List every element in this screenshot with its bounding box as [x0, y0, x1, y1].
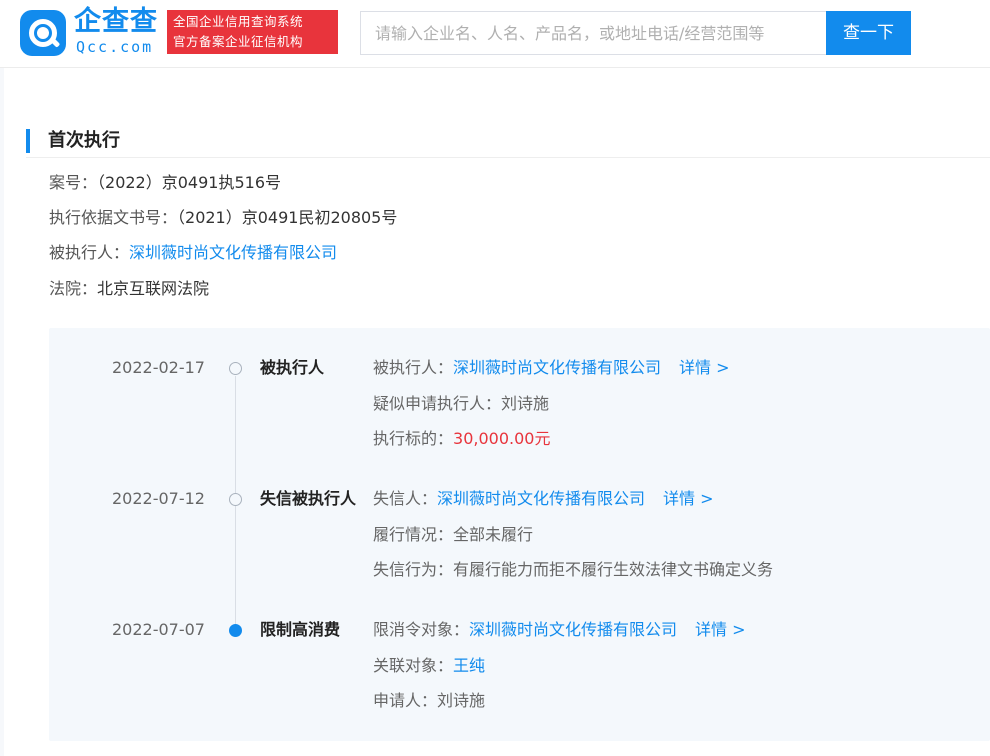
timeline-type: 失信被执行人: [260, 489, 357, 508]
search-box: [360, 11, 826, 55]
line-value: 全部未履行: [453, 525, 534, 544]
court-row: 法院：北京互联网法院: [49, 277, 209, 301]
section-header: 首次执行: [26, 126, 990, 158]
amount-value: 30,000.00元: [453, 429, 551, 448]
badge-line-1: 全国企业信用查询系统: [173, 14, 304, 29]
line-label: 失信行为：: [373, 560, 454, 579]
related-person-link[interactable]: 王纯: [453, 656, 485, 675]
badge-line-2: 官方备案企业征信机构: [173, 34, 304, 49]
line-label: 执行标的：: [373, 429, 454, 448]
timeline-date: 2022-02-17: [112, 358, 205, 377]
company-link[interactable]: 深圳薇时尚文化传播有限公司: [437, 489, 645, 508]
search-input[interactable]: [361, 12, 826, 54]
official-badge: 全国企业信用查询系统 官方备案企业征信机构: [167, 10, 338, 54]
timeline-date: 2022-07-07: [112, 620, 205, 639]
detail-link[interactable]: 详情 >: [663, 489, 714, 508]
executee-link[interactable]: 深圳薇时尚文化传播有限公司: [129, 243, 337, 262]
company-link[interactable]: 深圳薇时尚文化传播有限公司: [469, 620, 677, 639]
section-accent-bar: [26, 129, 30, 153]
line-label: 被执行人：: [373, 358, 454, 377]
left-gutter: [0, 68, 4, 756]
line-label: 失信人：: [373, 489, 438, 508]
timeline-line: 申请人：刘诗施: [373, 689, 485, 713]
detail-link[interactable]: 详情 >: [695, 620, 746, 639]
timeline-type: 被执行人: [260, 358, 325, 377]
detail-link[interactable]: 详情 >: [679, 358, 730, 377]
case-number-value: （2022）京0491执516号: [97, 173, 281, 192]
line-label: 申请人：: [373, 691, 438, 710]
line-label: 关联对象：: [373, 656, 454, 675]
basis-doc-row: 执行依据文书号：（2021）京0491民初20805号: [49, 206, 397, 230]
executee-label: 被执行人：: [49, 243, 130, 262]
timeline-dot-icon: [229, 493, 242, 506]
timeline-date: 2022-07-12: [112, 489, 205, 508]
timeline-line: 疑似申请执行人：刘诗施: [373, 392, 549, 416]
basis-doc-value: （2021）京0491民初20805号: [177, 208, 398, 227]
search-button[interactable]: 查一下: [826, 11, 911, 55]
basis-doc-label: 执行依据文书号：: [49, 208, 178, 227]
timeline-line: 限消令对象：深圳薇时尚文化传播有限公司 详情 >: [373, 618, 746, 642]
line-value: 刘诗施: [437, 691, 486, 710]
timeline-line: 失信行为：有履行能力而拒不履行生效法律文书确定义务: [373, 558, 773, 582]
timeline-dot-active-icon: [229, 624, 242, 637]
case-number-label: 案号：: [49, 173, 98, 192]
court-label: 法院：: [49, 279, 98, 298]
brand-name[interactable]: 企查查: [74, 6, 158, 38]
timeline-dot-icon: [229, 362, 242, 375]
line-value: 刘诗施: [501, 394, 550, 413]
top-header: 企查查 Qcc.com 全国企业信用查询系统 官方备案企业征信机构 查一下: [0, 0, 990, 68]
line-label: 限消令对象：: [373, 620, 470, 639]
timeline-line: 被执行人：深圳薇时尚文化传播有限公司 详情 >: [373, 356, 730, 380]
line-value: 有履行能力而拒不履行生效法律文书确定义务: [453, 560, 774, 579]
court-value: 北京互联网法院: [97, 279, 210, 298]
section-title: 首次执行: [48, 130, 120, 151]
line-label: 履行情况：: [373, 525, 454, 544]
brand-domain: Qcc.com: [76, 38, 154, 56]
timeline-line: 关联对象：王纯: [373, 654, 485, 678]
timeline-type: 限制高消费: [260, 620, 341, 639]
executee-row: 被执行人：深圳薇时尚文化传播有限公司: [49, 241, 337, 265]
timeline-line: 执行标的：30,000.00元: [373, 427, 550, 451]
timeline-line: 履行情况：全部未履行: [373, 523, 533, 547]
line-label: 疑似申请执行人：: [373, 394, 502, 413]
qcc-logo-icon[interactable]: [20, 10, 66, 56]
company-link[interactable]: 深圳薇时尚文化传播有限公司: [453, 358, 661, 377]
case-number-row: 案号：（2022）京0491执516号: [49, 171, 281, 195]
timeline-line: 失信人：深圳薇时尚文化传播有限公司 详情 >: [373, 487, 714, 511]
